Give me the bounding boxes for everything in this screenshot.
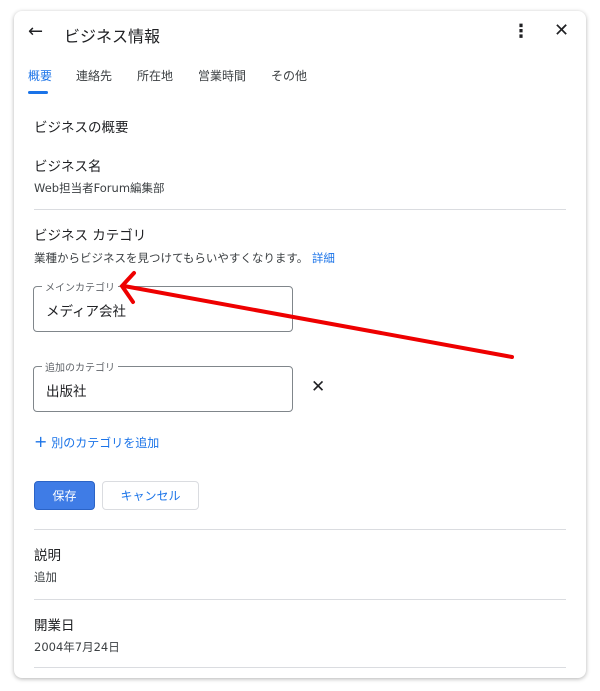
additional-category-label: 追加のカテゴリ (42, 359, 118, 374)
active-tab-indicator (28, 91, 48, 94)
save-button[interactable]: 保存 (34, 481, 95, 510)
more-options-icon[interactable]: ⋮ (512, 21, 530, 42)
divider (34, 599, 566, 600)
additional-category-value: 出版社 (46, 384, 87, 400)
divider (34, 529, 566, 530)
cancel-button[interactable]: キャンセル (102, 481, 199, 510)
opening-date-value: 2004年7月24日 (34, 640, 120, 654)
tab-location[interactable]: 所在地 (137, 67, 173, 84)
additional-category-field[interactable]: 追加のカテゴリ 出版社 (33, 359, 293, 412)
add-category-link[interactable]: + 別のカテゴリを追加 (34, 432, 159, 451)
tab-overview[interactable]: 概要 (28, 67, 52, 84)
close-icon[interactable]: ✕ (554, 20, 569, 41)
main-category-value: メディア会社 (46, 304, 127, 320)
divider (34, 209, 566, 210)
main-category-label: メインカテゴリ (42, 279, 118, 294)
divider (34, 667, 566, 668)
category-heading: ビジネス カテゴリ (34, 228, 147, 244)
tab-hours[interactable]: 営業時間 (198, 67, 246, 84)
description-add-link[interactable]: 追加 (34, 569, 57, 585)
business-info-panel: ← ビジネス情報 ⋮ ✕ 概要 連絡先 所在地 営業時間 その他 ビジネスの概要… (14, 11, 586, 678)
main-category-field[interactable]: メインカテゴリ メディア会社 (33, 279, 293, 332)
description-label: 説明 (34, 548, 61, 564)
category-description-text: 業種からビジネスを見つけてもらいやすくなります。 (34, 251, 309, 265)
back-arrow-icon[interactable]: ← (28, 21, 43, 42)
category-description: 業種からビジネスを見つけてもらいやすくなります。 詳細 (34, 250, 335, 266)
business-name-value: Web担当者Forum編集部 (34, 181, 165, 195)
page-title: ビジネス情報 (64, 27, 161, 46)
add-category-label: 別のカテゴリを追加 (51, 436, 160, 450)
opening-date-label: 開業日 (34, 618, 75, 634)
remove-category-icon[interactable]: ✕ (311, 377, 325, 397)
tab-contact[interactable]: 連絡先 (76, 67, 112, 84)
plus-icon: + (34, 432, 48, 451)
details-link[interactable]: 詳細 (312, 251, 335, 265)
tab-more[interactable]: その他 (271, 67, 307, 84)
overview-heading: ビジネスの概要 (34, 120, 129, 136)
business-name-label: ビジネス名 (34, 159, 102, 175)
